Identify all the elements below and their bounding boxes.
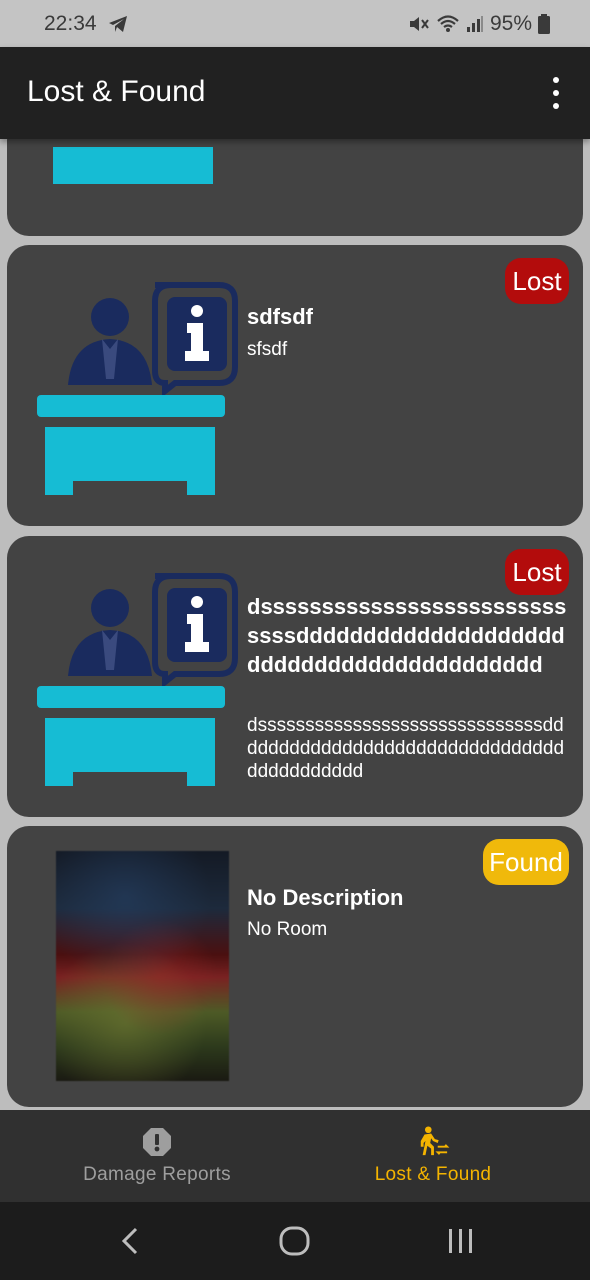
telegram-icon xyxy=(109,16,127,32)
reception-desk-icon xyxy=(37,573,238,786)
wifi-icon xyxy=(437,15,459,32)
item-room: No Room xyxy=(247,919,328,940)
signal-icon xyxy=(466,16,483,32)
list-item[interactable]: dsssssssssssssssssssssssssssssdddddddddd… xyxy=(7,536,583,817)
battery-percent: 95% xyxy=(489,12,532,35)
person-searching-icon xyxy=(420,1126,450,1156)
status-icons: 95% xyxy=(408,12,550,36)
status-bar: 22:34 95% xyxy=(0,0,590,47)
nav-lost-found[interactable]: Lost & Found xyxy=(316,1110,550,1202)
item-room: dssssssssssssssssssssssssssssssddddddddd… xyxy=(247,715,565,782)
alert-octagon-icon xyxy=(143,1128,171,1156)
nav-damage-reports[interactable]: Damage Reports xyxy=(40,1110,274,1202)
list-item-partial[interactable] xyxy=(7,139,583,236)
app-bar: Lost & Found xyxy=(0,47,590,139)
status-badge: Lost xyxy=(505,258,569,304)
battery-icon xyxy=(538,14,550,34)
mute-icon xyxy=(409,17,429,31)
nav-damage-label: Damage Reports xyxy=(83,1164,231,1185)
item-room: sfsdf xyxy=(247,339,288,360)
status-badge: Lost xyxy=(505,549,569,595)
item-title: dsssssssssssssssssssssssssssssdddddddddd… xyxy=(247,594,567,677)
item-title: sdfsdf xyxy=(247,304,313,329)
status-badge: Found xyxy=(483,839,569,885)
system-navigation-bar xyxy=(0,1202,590,1280)
item-photo xyxy=(56,851,229,1081)
home-icon[interactable] xyxy=(278,1226,312,1256)
list-item[interactable]: sdfsdf sfsdf Lost xyxy=(7,245,583,526)
back-icon[interactable] xyxy=(118,1226,142,1256)
lost-found-list[interactable]: sdfsdf sfsdf Lost dsssssssssssssssssssss… xyxy=(0,139,590,1110)
status-time: 22:34 xyxy=(44,12,97,35)
reception-desk-icon xyxy=(53,147,213,184)
list-item[interactable]: No Description No Room Found xyxy=(7,826,583,1107)
reception-desk-icon xyxy=(37,282,238,495)
item-title: No Description xyxy=(247,885,404,910)
page-title: Lost & Found xyxy=(27,75,206,108)
recent-apps-icon[interactable] xyxy=(446,1226,476,1256)
nav-lost-label: Lost & Found xyxy=(374,1164,492,1185)
overflow-menu-icon[interactable] xyxy=(548,77,564,109)
bottom-navigation: Damage Reports Lost & Found xyxy=(0,1110,590,1202)
